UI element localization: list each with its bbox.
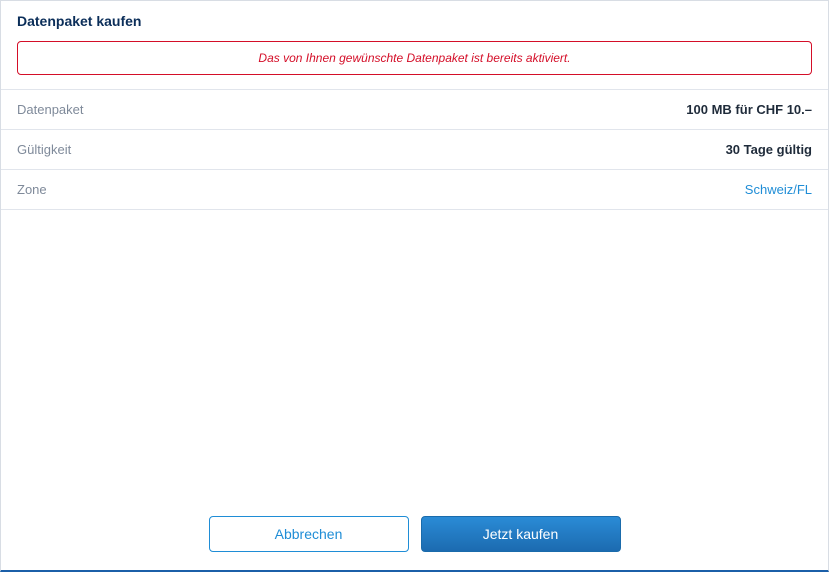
row-zone: Zone Schweiz/FL xyxy=(1,170,828,210)
already-activated-alert: Das von Ihnen gewünschte Datenpaket ist … xyxy=(17,41,812,75)
zone-link[interactable]: Schweiz/FL xyxy=(745,182,812,197)
row-label: Gültigkeit xyxy=(17,142,71,157)
row-label: Datenpaket xyxy=(17,102,84,117)
row-label: Zone xyxy=(17,182,47,197)
buy-now-button[interactable]: Jetzt kaufen xyxy=(421,516,621,552)
footer-actions: Abbrechen Jetzt kaufen xyxy=(1,516,828,552)
row-value: 30 Tage gültig xyxy=(726,142,812,157)
alert-message: Das von Ihnen gewünschte Datenpaket ist … xyxy=(258,51,570,65)
row-datapackage: Datenpaket 100 MB für CHF 10.– xyxy=(1,89,828,130)
page-title: Datenpaket kaufen xyxy=(17,13,812,29)
details-list: Datenpaket 100 MB für CHF 10.– Gültigkei… xyxy=(1,89,828,210)
row-validity: Gültigkeit 30 Tage gültig xyxy=(1,130,828,170)
buy-data-package-panel: Datenpaket kaufen Das von Ihnen gewünsch… xyxy=(0,0,829,572)
cancel-button[interactable]: Abbrechen xyxy=(209,516,409,552)
row-value: 100 MB für CHF 10.– xyxy=(686,102,812,117)
